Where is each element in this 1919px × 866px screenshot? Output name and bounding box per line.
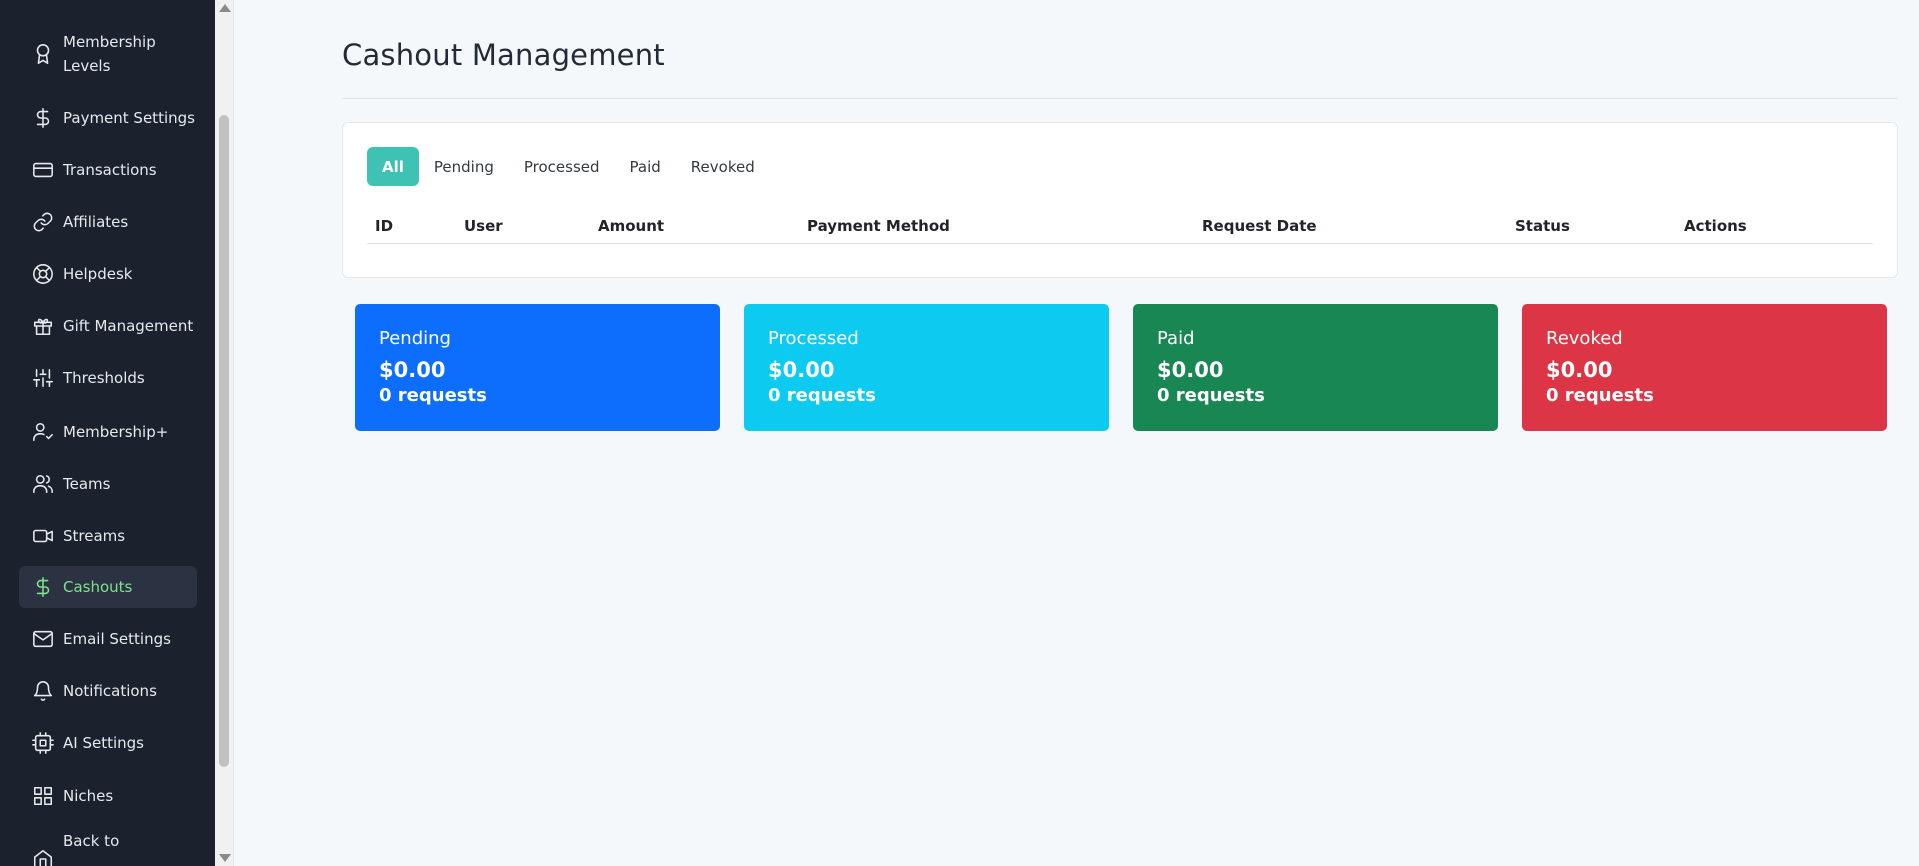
- cashouts-table-header: ID User Amount Payment Method Request Da…: [367, 209, 1873, 244]
- column-header-id: ID: [375, 217, 394, 235]
- stat-card-amount: $0.00: [1157, 358, 1224, 382]
- stat-card-amount: $0.00: [379, 358, 446, 382]
- status-filter-tabs: All Pending Processed Paid Revoked: [367, 147, 770, 186]
- stat-card-revoked: Revoked $0.00 0 requests: [1522, 304, 1887, 431]
- sidebar-item-gift-management[interactable]: Gift Management: [19, 305, 197, 347]
- stat-card-title: Pending: [379, 328, 451, 349]
- sidebar-item-payment-settings[interactable]: Payment Settings: [19, 97, 197, 139]
- scroll-down-icon[interactable]: [219, 854, 231, 862]
- sidebar-item-back-to[interactable]: Back to: [19, 829, 197, 866]
- tab-processed[interactable]: Processed: [509, 147, 615, 186]
- grid-icon: [31, 784, 55, 808]
- sidebar-item-streams[interactable]: Streams: [19, 515, 197, 557]
- tab-paid[interactable]: Paid: [615, 147, 676, 186]
- sidebar-item-teams[interactable]: Teams: [19, 463, 197, 505]
- home-icon: [31, 847, 55, 866]
- sidebar-item-label: Cashouts: [63, 578, 133, 596]
- stat-card-title: Paid: [1157, 328, 1195, 349]
- sidebar-item-thresholds[interactable]: Thresholds: [19, 357, 197, 399]
- title-divider: [342, 98, 1897, 99]
- link-icon: [31, 210, 55, 234]
- sidebar-scrollbar[interactable]: [215, 0, 234, 866]
- tab-revoked[interactable]: Revoked: [676, 147, 770, 186]
- stat-card-title: Processed: [768, 328, 859, 349]
- lifebuoy-icon: [31, 262, 55, 286]
- sidebar-item-membership-levels[interactable]: Membership Levels: [19, 26, 197, 82]
- stat-card-pending: Pending $0.00 0 requests: [355, 304, 720, 431]
- sidebar-item-ai-settings[interactable]: AI Settings: [19, 722, 197, 764]
- bell-icon: [31, 679, 55, 703]
- column-header-status: Status: [1515, 217, 1570, 235]
- column-header-payment-method: Payment Method: [807, 217, 950, 235]
- sidebar-item-affiliates[interactable]: Affiliates: [19, 201, 197, 243]
- sidebar-item-label: Affiliates: [63, 213, 129, 231]
- stat-card-count: 0 requests: [379, 385, 487, 406]
- sidebar-item-membership-plus[interactable]: Membership+: [19, 411, 197, 453]
- cashouts-panel: All Pending Processed Paid Revoked ID Us…: [342, 122, 1898, 278]
- sidebar-item-notifications[interactable]: Notifications: [19, 670, 197, 712]
- award-icon: [31, 42, 55, 66]
- sidebar-item-label: Gift Management: [63, 317, 194, 335]
- sidebar-item-cashouts[interactable]: Cashouts: [19, 566, 197, 608]
- page-title: Cashout Management: [342, 38, 665, 72]
- stat-card-count: 0 requests: [768, 385, 876, 406]
- sidebar: Membership Levels Payment Settings Trans…: [0, 0, 215, 866]
- sidebar-item-label: Niches: [63, 787, 114, 805]
- sidebar-item-helpdesk[interactable]: Helpdesk: [19, 253, 197, 295]
- sidebar-item-transactions[interactable]: Transactions: [19, 149, 197, 191]
- sidebar-item-label: Membership Levels: [63, 33, 156, 75]
- sidebar-item-label: Payment Settings: [63, 109, 195, 127]
- sidebar-item-email-settings[interactable]: Email Settings: [19, 618, 197, 660]
- stat-card-processed: Processed $0.00 0 requests: [744, 304, 1109, 431]
- video-icon: [31, 524, 55, 548]
- column-header-user: User: [464, 217, 503, 235]
- mail-icon: [31, 627, 55, 651]
- dollar-icon: [31, 575, 55, 599]
- stat-card-count: 0 requests: [1546, 385, 1654, 406]
- users-icon: [31, 472, 55, 496]
- column-header-request-date: Request Date: [1202, 217, 1317, 235]
- gift-icon: [31, 314, 55, 338]
- user-check-icon: [31, 420, 55, 444]
- credit-card-icon: [31, 158, 55, 182]
- stat-card-amount: $0.00: [1546, 358, 1613, 382]
- dollar-icon: [31, 106, 55, 130]
- sidebar-item-label: Thresholds: [63, 369, 145, 387]
- sidebar-item-label: Email Settings: [63, 630, 171, 648]
- tab-pending[interactable]: Pending: [419, 147, 509, 186]
- sidebar-item-label: Notifications: [63, 682, 157, 700]
- sidebar-item-label: Membership+: [63, 423, 169, 441]
- sidebar-item-label: AI Settings: [63, 734, 144, 752]
- sidebar-item-label: Transactions: [63, 161, 157, 179]
- sliders-icon: [31, 366, 55, 390]
- column-header-amount: Amount: [598, 217, 665, 235]
- stat-card-amount: $0.00: [768, 358, 835, 382]
- sidebar-item-label: Streams: [63, 527, 126, 545]
- stat-card-count: 0 requests: [1157, 385, 1265, 406]
- sidebar-item-niches[interactable]: Niches: [19, 775, 197, 817]
- stat-card-paid: Paid $0.00 0 requests: [1133, 304, 1498, 431]
- tab-all[interactable]: All: [367, 147, 419, 186]
- sidebar-item-label: Helpdesk: [63, 265, 133, 283]
- cpu-icon: [31, 731, 55, 755]
- sidebar-item-label: Teams: [63, 475, 111, 493]
- scroll-up-icon[interactable]: [219, 4, 231, 12]
- stat-card-title: Revoked: [1546, 328, 1623, 349]
- scrollbar-thumb[interactable]: [219, 115, 229, 767]
- sidebar-item-label: Back to: [63, 832, 120, 850]
- column-header-actions: Actions: [1684, 217, 1747, 235]
